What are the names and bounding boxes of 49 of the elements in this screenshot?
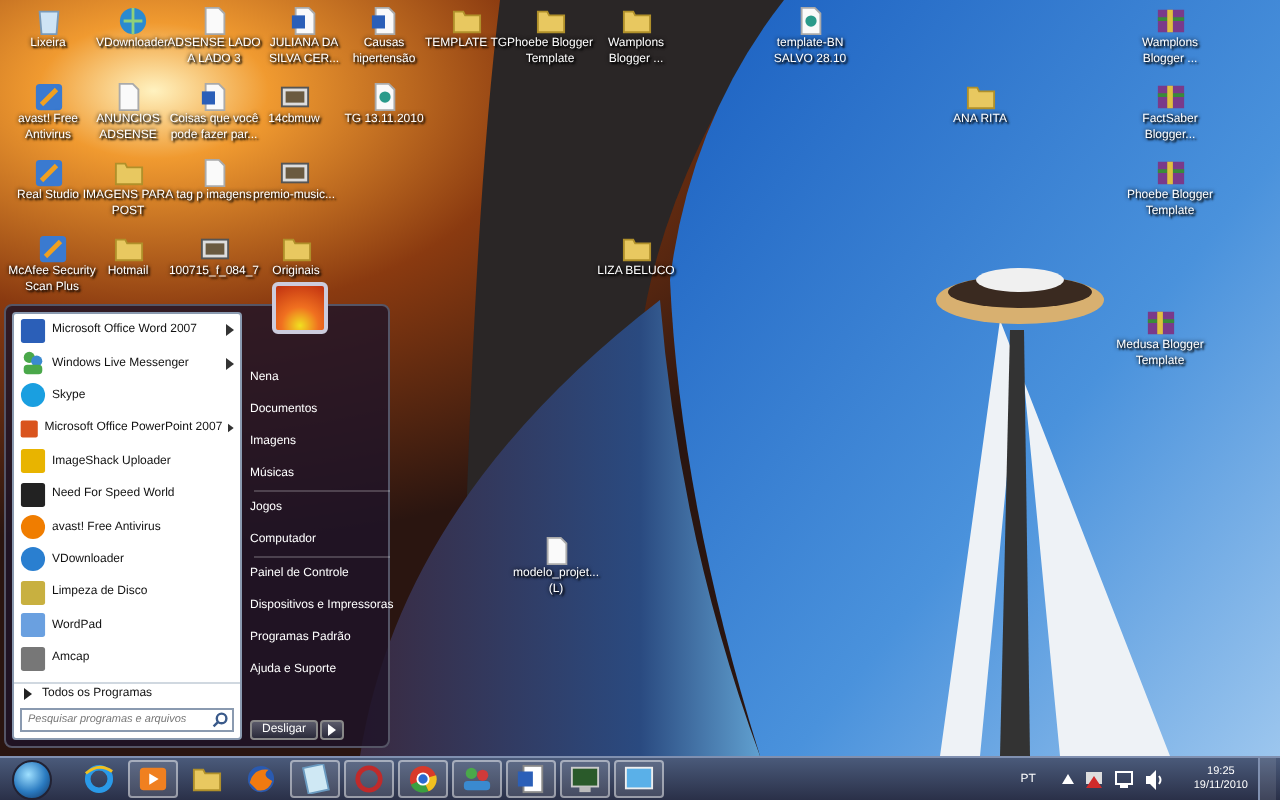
user-picture: [272, 282, 328, 334]
taskbar-button[interactable]: [560, 760, 610, 798]
frog-icon: [20, 448, 46, 475]
camera-icon: [20, 645, 46, 672]
folder-icon: [192, 764, 222, 794]
media-player-icon: [138, 764, 168, 794]
people-icon: [20, 350, 46, 377]
taskbar-button[interactable]: [452, 760, 502, 798]
speaker-icon[interactable]: [1143, 769, 1164, 789]
text-document-icon[interactable]: [369, 6, 399, 36]
start-button[interactable]: [12, 759, 52, 799]
taskbar-button[interactable]: [614, 760, 664, 798]
taskbar-button[interactable]: [128, 760, 178, 798]
taskbar-button[interactable]: [398, 760, 448, 798]
screen-icon: [624, 764, 654, 794]
taskbar-button[interactable]: [344, 760, 394, 798]
submenu-arrow-icon: [226, 324, 234, 337]
submenu-arrow-icon: [226, 357, 234, 370]
fox-browser-icon: [246, 764, 276, 794]
flag-icon[interactable]: [1083, 769, 1104, 789]
people-icon: [462, 764, 492, 794]
arrow-icon: [24, 688, 32, 700]
computer-icon: [570, 764, 600, 794]
game-icon: [20, 481, 46, 508]
picture-icon[interactable]: [279, 82, 309, 112]
notepad-icon: [300, 764, 330, 794]
picture-icon[interactable]: [199, 234, 229, 264]
taskbar-button[interactable]: [506, 760, 556, 798]
disc-icon: [354, 764, 384, 794]
show-desktop-button[interactable]: [1258, 758, 1276, 800]
taskbar-button[interactable]: [290, 760, 340, 798]
arrow-icon: [328, 724, 337, 736]
document-icon: [516, 764, 546, 794]
picture-icon[interactable]: [279, 158, 309, 188]
notepad-icon: [20, 612, 46, 639]
submenu-arrow-icon: [228, 422, 234, 435]
slides-icon: [20, 415, 39, 442]
shutdown-options-button[interactable]: [320, 720, 345, 740]
round-browser-icon: [408, 764, 438, 794]
globe-icon: [20, 546, 46, 573]
document-icon: [20, 317, 46, 344]
shield-icon: [20, 514, 46, 541]
text-document-icon[interactable]: [199, 82, 229, 112]
chat-bubble-icon: [20, 382, 46, 409]
search-icon: [212, 712, 228, 728]
up-arrow-icon[interactable]: [1061, 774, 1074, 784]
browser-icon: [84, 764, 114, 794]
text-document-icon[interactable]: [289, 6, 319, 36]
network-icon[interactable]: [1113, 769, 1134, 789]
